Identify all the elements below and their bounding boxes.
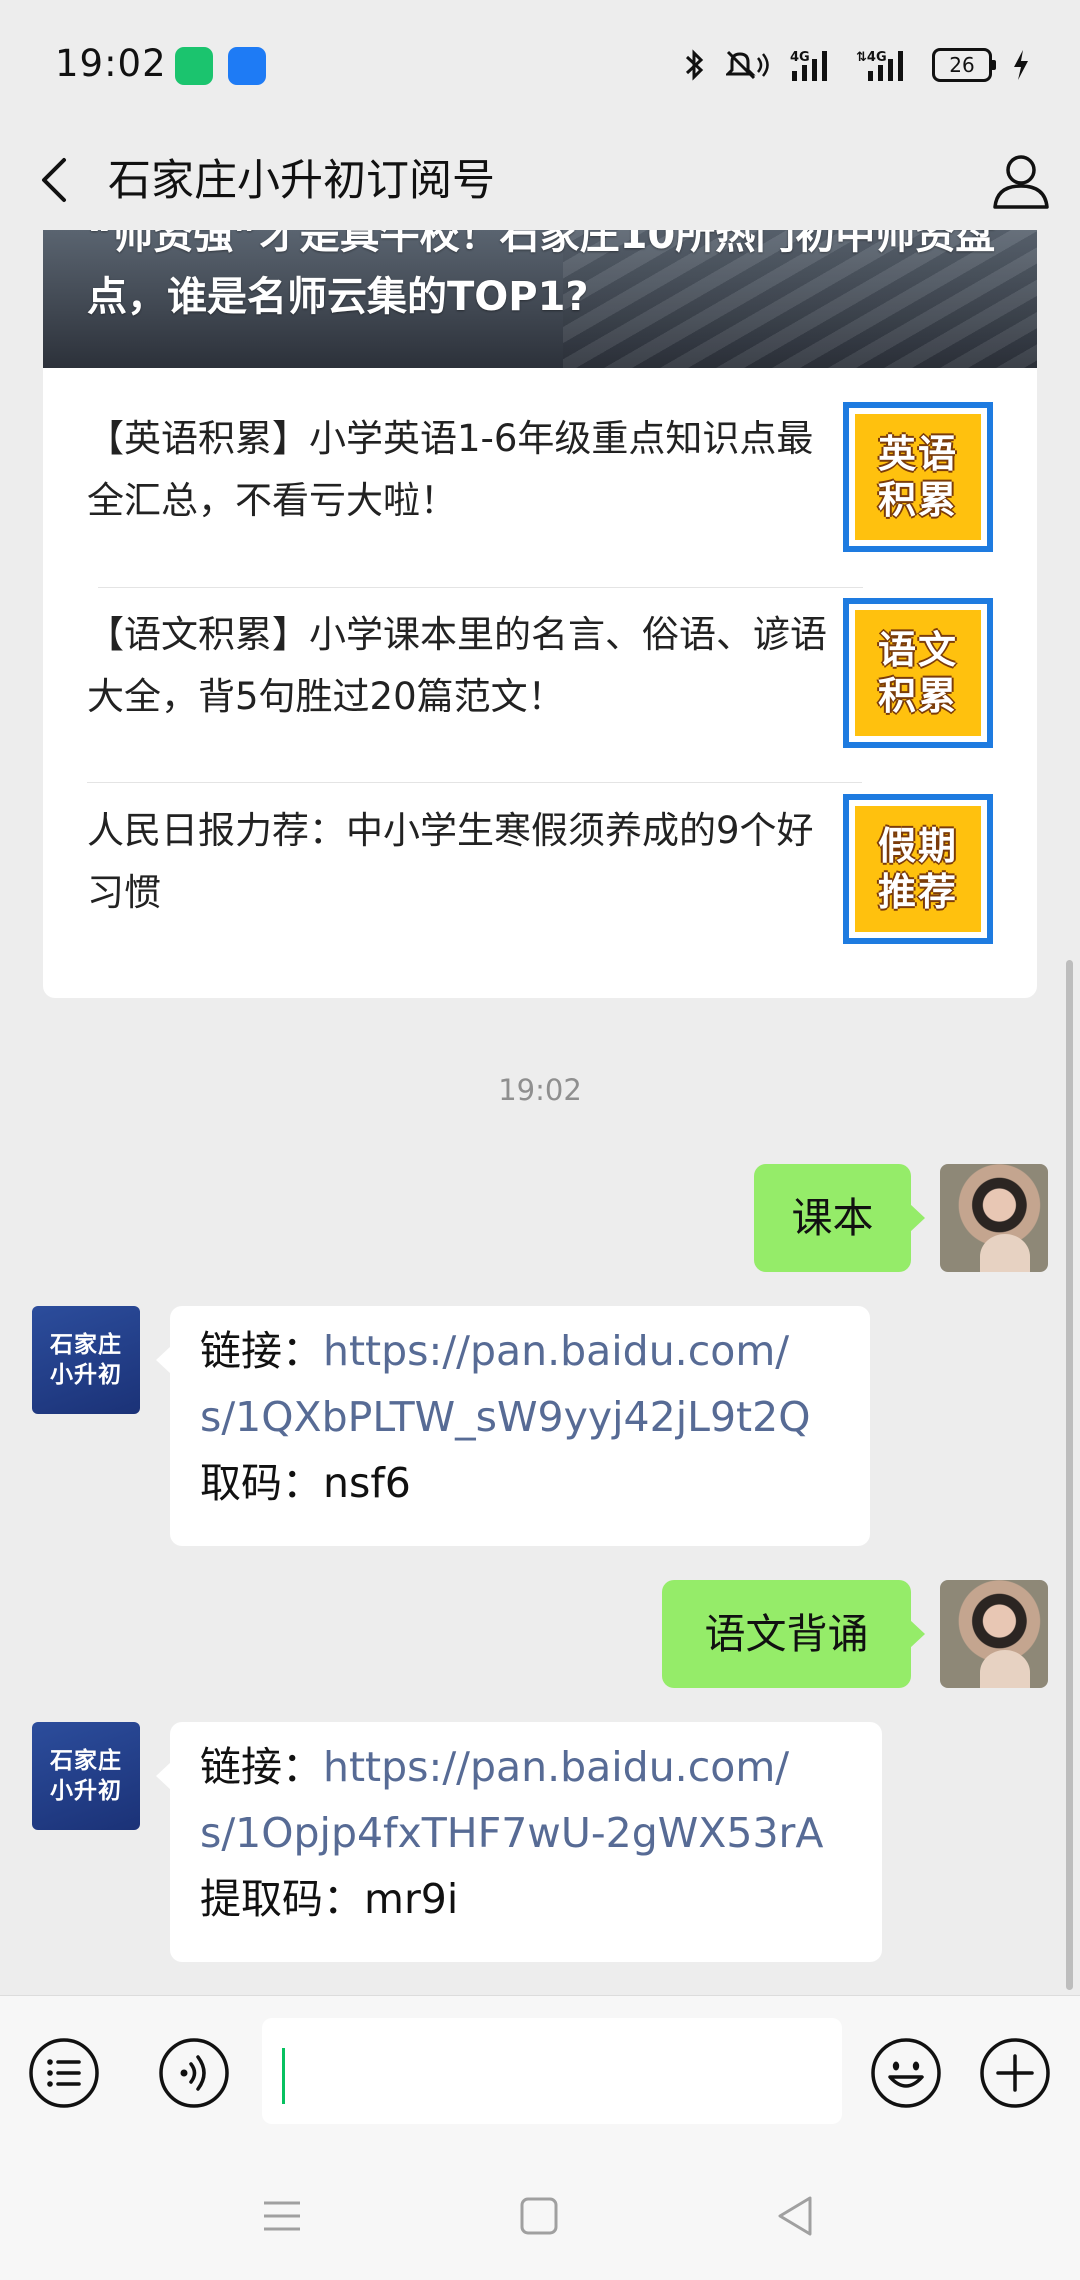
signal-4g-icon: ⇅4G	[856, 45, 912, 85]
article-card: “师资强”才是真牛校！石家庄10所热门初中师资盘点，谁是名师云集的TOP1? 【…	[43, 230, 1037, 998]
article-title: 人民日报力荐：中小学生寒假须养成的9个好习惯	[87, 809, 814, 914]
plus-icon	[980, 2038, 1050, 2108]
message-bubble-self[interactable]: 课本	[754, 1164, 925, 1272]
bluetooth-icon	[684, 45, 706, 85]
signal-4g-icon: 4G	[790, 45, 836, 85]
square-icon	[520, 2197, 558, 2235]
person-icon	[993, 155, 1049, 209]
thumbnail-text: 积累	[877, 674, 958, 718]
mute-icon	[726, 45, 770, 85]
message-line: 链接：https://pan.baidu.com/	[200, 1318, 840, 1384]
message-link[interactable]: s/1Opjp4fxTHF7wU-2gWX53rA	[200, 1800, 852, 1866]
avatar-text: 小升初	[50, 1778, 122, 1804]
avatar-text: 石家庄	[50, 1332, 122, 1358]
triangle-back-icon	[778, 2196, 812, 2236]
profile-button[interactable]	[990, 150, 1052, 212]
avatar[interactable]: 石家庄 小升初	[32, 1722, 140, 1830]
system-navigation-bar	[0, 2150, 1080, 2280]
menu-button[interactable]	[28, 2037, 100, 2109]
battery-icon: 26	[932, 48, 996, 82]
extract-code: 取码：nsf6	[200, 1459, 411, 1507]
more-button[interactable]	[979, 2037, 1051, 2109]
voice-icon	[159, 2038, 229, 2108]
article-item[interactable]: 【语文积累】小学课本里的名言、俗语、谚语大全，背5句胜过20篇范文！ 语文 积累	[43, 564, 1037, 760]
list-menu-icon	[29, 2038, 99, 2108]
green-app-icon	[175, 47, 213, 85]
article-thumbnail: 语文 积累	[843, 598, 993, 748]
article-cover[interactable]: “师资强”才是真牛校！石家庄10所热门初中师资盘点，谁是名师云集的TOP1?	[43, 230, 1037, 368]
article-item[interactable]: 【英语积累】小学英语1-6年级重点知识点最全汇总，不看亏大啦！ 英语 积累	[43, 368, 1037, 564]
thumbnail-text: 推荐	[877, 870, 958, 914]
message-link[interactable]: https://pan.baidu.com/	[323, 1743, 789, 1791]
voice-button[interactable]	[158, 2037, 230, 2109]
status-indicators: 4G ⇅4G 26	[684, 40, 1030, 90]
back-button[interactable]	[32, 155, 82, 205]
svg-text:4G: 4G	[790, 50, 810, 65]
avatar[interactable]	[940, 1580, 1048, 1688]
avatar-text: 石家庄	[50, 1748, 122, 1774]
emoji-button[interactable]	[870, 2037, 942, 2109]
page-title: 石家庄小升初订阅号	[108, 156, 495, 206]
chevron-left-icon	[42, 158, 66, 202]
message-input[interactable]	[262, 2018, 842, 2124]
extract-code: 提取码：mr9i	[200, 1875, 459, 1923]
avatar[interactable]	[940, 1164, 1048, 1272]
text-caret	[282, 2048, 285, 2104]
avatar-text: 小升初	[50, 1362, 122, 1388]
android-app-icon	[228, 47, 266, 85]
emoji-icon	[871, 2038, 941, 2108]
message-link[interactable]: s/1QXbPLTW_sW9yyj42jL9t2Q	[200, 1384, 840, 1450]
thumbnail-text: 积累	[877, 478, 958, 522]
message-line: 链接：https://pan.baidu.com/	[200, 1734, 852, 1800]
article-title: 【语文积累】小学课本里的名言、俗语、谚语大全，背5句胜过20篇范文！	[87, 613, 827, 718]
back-nav-button[interactable]	[768, 2188, 824, 2244]
charging-icon	[1012, 45, 1030, 85]
message-timestamp: 19:02	[498, 1073, 582, 1107]
avatar[interactable]: 石家庄 小升初	[32, 1306, 140, 1414]
message-link[interactable]: https://pan.baidu.com/	[323, 1327, 789, 1375]
article-cover-title: “师资强”才是真牛校！石家庄10所热门初中师资盘点，谁是名师云集的TOP1?	[87, 230, 996, 320]
link-label: 链接：	[200, 1327, 323, 1375]
thumbnail-text: 假期	[877, 824, 958, 868]
nav-bar: 石家庄小升初订阅号	[0, 130, 1080, 230]
thumbnail-text: 语文	[877, 628, 958, 672]
input-bar	[0, 1995, 1080, 2151]
article-thumbnail: 假期 推荐	[843, 794, 993, 944]
home-button[interactable]	[511, 2188, 567, 2244]
menu-lines-icon	[264, 2201, 300, 2231]
article-item[interactable]: 人民日报力荐：中小学生寒假须养成的9个好习惯 假期 推荐	[43, 760, 1037, 956]
message-bubble-other[interactable]: 链接：https://pan.baidu.com/ s/1Opjp4fxTHF7…	[156, 1722, 882, 1962]
link-label: 链接：	[200, 1743, 323, 1791]
article-thumbnail: 英语 积累	[843, 402, 993, 552]
svg-text:⇅4G: ⇅4G	[856, 50, 887, 65]
recent-apps-button[interactable]	[254, 2188, 310, 2244]
message-bubble-other[interactable]: 链接：https://pan.baidu.com/ s/1QXbPLTW_sW9…	[156, 1306, 870, 1546]
status-time: 19:02	[55, 42, 167, 85]
message-bubble-self[interactable]: 语文背诵	[662, 1580, 925, 1688]
thumbnail-text: 英语	[877, 432, 958, 476]
status-bar: 19:02 4G ⇅4G 26	[0, 0, 1080, 130]
chat-scrollbar[interactable]	[1066, 960, 1073, 1990]
article-title: 【英语积累】小学英语1-6年级重点知识点最全汇总，不看亏大啦！	[87, 417, 814, 522]
